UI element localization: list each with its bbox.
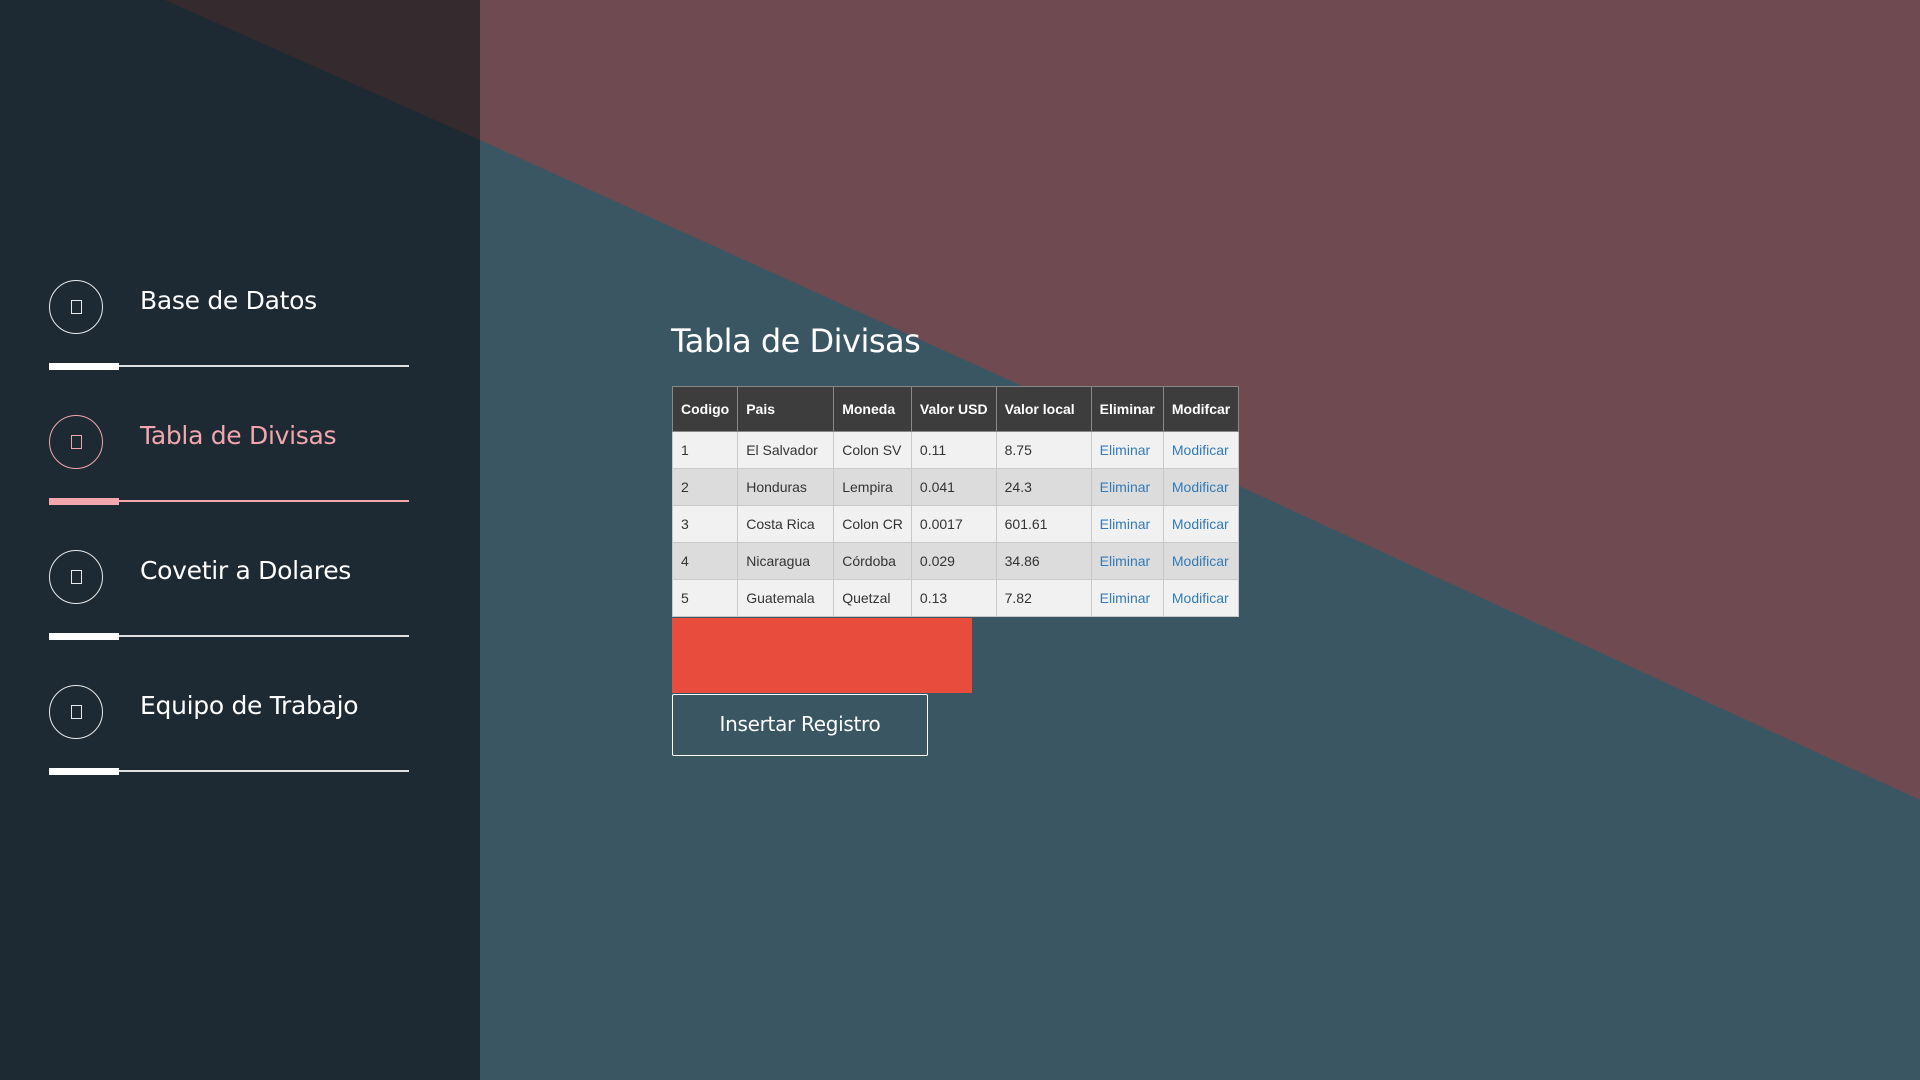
cell-valor-local: 34.86 [995,542,1092,580]
column-header-modificar: Modifcar [1162,386,1240,432]
column-header-pais: Pais [737,386,835,432]
sidebar-item-label: Base de Datos [140,286,317,315]
sidebar-item-tabla-de-divisas[interactable]: Tabla de Divisas [49,415,409,525]
sidebar: Base de Datos Tabla de Divisas Covetir a… [0,0,480,1080]
column-header-eliminar: Eliminar [1090,386,1164,432]
table-header-row: Codigo Pais Moneda Valor USD Valor local… [671,386,1240,432]
cell-eliminar: Eliminar [1090,505,1164,543]
currency-table: Codigo Pais Moneda Valor USD Valor local… [671,386,1240,617]
table-row: 5 Guatemala Quetzal 0.13 7.82 Eliminar M… [671,579,1240,617]
column-header-valor-usd: Valor USD [910,386,997,432]
table-row: 4 Nicaragua Córdoba 0.029 34.86 Eliminar… [671,542,1240,580]
cell-eliminar: Eliminar [1090,431,1164,469]
cell-modificar: Modificar [1162,468,1240,506]
cell-valor-local: 7.82 [995,579,1092,617]
sidebar-item-label: Covetir a Dolares [140,556,352,585]
cell-moneda: Colon SV [833,431,912,469]
nav-underline-marker [49,498,119,505]
table-row: 3 Costa Rica Colon CR 0.0017 601.61 Elim… [671,505,1240,543]
cell-codigo: 2 [671,468,739,506]
table-row: 2 Honduras Lempira 0.041 24.3 Eliminar M… [671,468,1240,506]
cell-modificar: Modificar [1162,505,1240,543]
cell-modificar: Modificar [1162,542,1240,580]
delete-link[interactable]: Eliminar [1100,479,1151,495]
cell-codigo: 4 [671,542,739,580]
sidebar-item-covetir-a-dolares[interactable]: Covetir a Dolares [49,550,409,660]
delete-link[interactable]: Eliminar [1100,442,1151,458]
cell-moneda: Colon CR [833,505,912,543]
cell-pais: Honduras [737,468,835,506]
nav-underline-marker [49,768,119,775]
cell-valor-usd: 0.029 [910,542,997,580]
table-row: 1 El Salvador Colon SV 0.11 8.75 Elimina… [671,431,1240,469]
column-header-codigo: Codigo [671,386,739,432]
cell-valor-usd: 0.0017 [910,505,997,543]
insert-record-button[interactable]: Insertar Registro [672,694,928,756]
edit-link[interactable]: Modificar [1172,553,1229,569]
cell-codigo: 1 [671,431,739,469]
cell-valor-usd: 0.11 [910,431,997,469]
edit-link[interactable]: Modificar [1172,479,1229,495]
cell-moneda: Córdoba [833,542,912,580]
cell-valor-local: 8.75 [995,431,1092,469]
cell-moneda: Lempira [833,468,912,506]
cell-eliminar: Eliminar [1090,468,1164,506]
column-header-moneda: Moneda [833,386,912,432]
cell-modificar: Modificar [1162,579,1240,617]
cell-codigo: 5 [671,579,739,617]
cell-pais: Guatemala [737,579,835,617]
page-icon [49,685,103,739]
cell-eliminar: Eliminar [1090,579,1164,617]
cell-valor-local: 601.61 [995,505,1092,543]
sidebar-item-label: Equipo de Trabajo [140,691,359,720]
red-block [672,618,972,693]
cell-valor-local: 24.3 [995,468,1092,506]
cell-pais: Costa Rica [737,505,835,543]
cell-codigo: 3 [671,505,739,543]
sidebar-item-equipo-de-trabajo[interactable]: Equipo de Trabajo [49,685,409,795]
edit-link[interactable]: Modificar [1172,442,1229,458]
page-icon [49,550,103,604]
page-title: Tabla de Divisas [671,322,921,360]
delete-link[interactable]: Eliminar [1100,553,1151,569]
sidebar-item-base-de-datos[interactable]: Base de Datos [49,280,409,390]
cell-eliminar: Eliminar [1090,542,1164,580]
delete-link[interactable]: Eliminar [1100,516,1151,532]
cell-valor-usd: 0.13 [910,579,997,617]
nav-underline-marker [49,633,119,640]
column-header-valor-local: Valor local [995,386,1092,432]
sidebar-item-label: Tabla de Divisas [140,421,337,450]
edit-link[interactable]: Modificar [1172,590,1229,606]
delete-link[interactable]: Eliminar [1100,590,1151,606]
page-icon [49,280,103,334]
nav-underline-marker [49,363,119,370]
cell-valor-usd: 0.041 [910,468,997,506]
cell-modificar: Modificar [1162,431,1240,469]
page-icon [49,415,103,469]
cell-pais: El Salvador [737,431,835,469]
edit-link[interactable]: Modificar [1172,516,1229,532]
cell-moneda: Quetzal [833,579,912,617]
cell-pais: Nicaragua [737,542,835,580]
